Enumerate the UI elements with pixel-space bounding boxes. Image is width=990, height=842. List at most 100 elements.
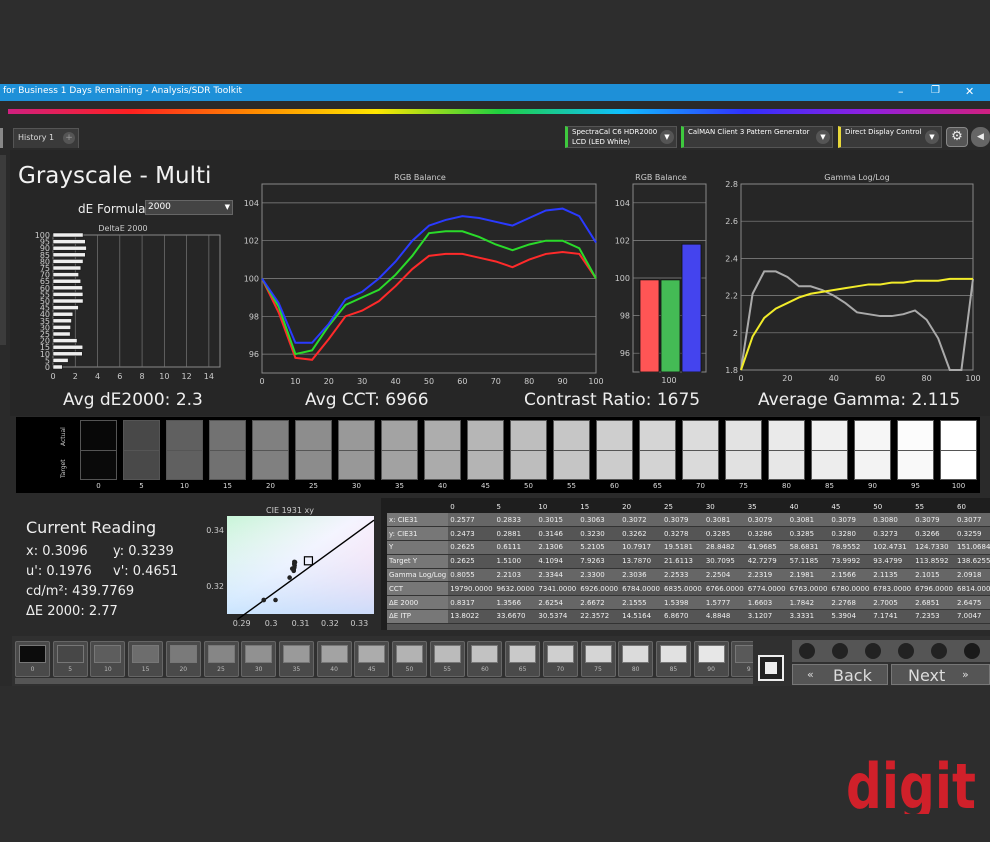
collapse-arrow-icon[interactable]: ◀ — [971, 127, 990, 147]
swatch-actual — [639, 420, 676, 451]
swatch-65: 65 — [639, 420, 676, 492]
deltae-y-tick: 100 — [35, 231, 50, 240]
table-cell: 0.2625 — [448, 554, 495, 569]
link-icon[interactable] — [898, 643, 914, 659]
device-display-control[interactable]: Direct Display Control ▼ — [838, 126, 942, 148]
step-button-60[interactable]: 60 — [467, 641, 503, 677]
add-tab-icon[interactable]: + — [63, 132, 75, 144]
table-cell: 73.9992 — [829, 554, 872, 569]
step-button-85[interactable]: 85 — [655, 641, 691, 677]
step-button-20[interactable]: 20 — [165, 641, 201, 677]
swatch-actual — [940, 420, 977, 451]
step-button-50[interactable]: 50 — [392, 641, 427, 677]
cie-point — [291, 568, 297, 574]
rgb-line-x-tick: 50 — [424, 377, 434, 386]
step-button-70[interactable]: 70 — [542, 641, 578, 677]
gear-icon[interactable]: ⚙ — [946, 127, 968, 147]
close-button[interactable]: ✕ — [965, 85, 974, 98]
table-cell: 0.3015 — [536, 513, 579, 528]
swatch-actual — [553, 420, 590, 451]
table-cell: 0.3285 — [703, 526, 746, 542]
table-cell: 41.9685 — [745, 540, 788, 555]
back-button[interactable]: « Back — [792, 664, 888, 685]
sidebar-handle[interactable] — [0, 128, 3, 148]
table-cell: 57.1185 — [787, 554, 830, 569]
minimize-button[interactable]: – — [898, 85, 904, 98]
table-cell: 0.3063 — [578, 513, 621, 528]
table-row: Gamma Log/Log 0.8055 2.2103 2.3344 2.3300 2.3… — [387, 568, 990, 583]
tab-history-1[interactable]: History 1 + — [13, 128, 79, 148]
chevron-down-icon[interactable]: ▼ — [925, 130, 939, 144]
deltae-bar — [52, 285, 83, 291]
gamma-y-tick: 2.2 — [725, 292, 738, 301]
de-formula-select[interactable]: 2000 ▼ — [145, 200, 233, 215]
rgb-line-x-tick: 30 — [357, 377, 367, 386]
step-button-30[interactable]: 30 — [241, 641, 277, 677]
deltae-bar — [52, 344, 83, 350]
table-cell: 14.5164 — [620, 609, 662, 624]
left-scroll-handle[interactable] — [0, 155, 6, 345]
step-button-5[interactable]: 5 — [52, 641, 88, 677]
swatch-level-label: 20 — [266, 482, 275, 490]
table-row-label: CCT — [387, 581, 449, 597]
device-pattern-line1: CalMAN Client 3 Pattern Generator — [688, 128, 810, 136]
deltae-bar — [52, 232, 84, 238]
swatch-actual — [467, 420, 504, 451]
stop-icon[interactable] — [799, 643, 815, 659]
device-meter[interactable]: SpectraCal C6 HDR2000 LCD (LED White) ▼ — [565, 126, 677, 148]
gamma-x-tick: 60 — [875, 374, 885, 383]
step-button-9[interactable]: 9 — [731, 641, 753, 677]
table-cell: 13.7870 — [620, 554, 662, 569]
step-button-65[interactable]: 65 — [505, 641, 541, 677]
deltae-bar — [52, 358, 69, 363]
step-button-15[interactable]: 15 — [128, 641, 164, 677]
step-button-0[interactable]: 0 — [15, 641, 50, 677]
swatch-target — [295, 451, 332, 480]
swatch-row: 0 5 10 15 20 25 30 35 40 45 50 55 60 65 70 75 80 85 90 95 10… — [80, 420, 980, 492]
table-cell: 13.8022 — [448, 609, 495, 624]
swatch-target — [123, 451, 160, 480]
play-icon[interactable] — [832, 643, 848, 659]
step-label: 70 — [556, 666, 565, 673]
step-button-80[interactable]: 80 — [618, 641, 654, 677]
next-button[interactable]: Next » — [891, 664, 990, 685]
step-swatch — [207, 645, 235, 663]
gamma-y-tick: 2.4 — [725, 254, 738, 263]
maximize-button[interactable]: ❐ — [931, 85, 940, 96]
step-label: 15 — [141, 666, 150, 673]
step-label: 90 — [707, 666, 715, 673]
swatch-target — [209, 451, 246, 480]
swatch-actual — [811, 420, 848, 451]
chevron-down-icon[interactable]: ▼ — [660, 130, 674, 144]
step-label: 50 — [405, 666, 414, 673]
step-button-45[interactable]: 45 — [354, 641, 390, 677]
swatch-level-label: 0 — [96, 482, 101, 490]
record-button[interactable] — [758, 655, 784, 681]
step-button-35[interactable]: 35 — [278, 641, 314, 677]
swatch-level-label: 35 — [395, 482, 404, 490]
step-label: 75 — [594, 666, 602, 673]
step-button-75[interactable]: 75 — [580, 641, 616, 677]
refresh-icon[interactable] — [931, 643, 947, 659]
step-button-10[interactable]: 10 — [90, 641, 126, 677]
step-button-90[interactable]: 90 — [693, 641, 729, 677]
step-button-40[interactable]: 40 — [316, 641, 352, 677]
table-cell: 0.3072 — [620, 513, 662, 528]
swatch-50: 50 — [510, 420, 547, 492]
swatch-target — [811, 451, 848, 480]
cie-y-tick: 0.34 — [206, 526, 224, 535]
table-cell: 6784.0000 — [620, 581, 662, 597]
chevron-down-icon[interactable]: ▼ — [816, 130, 830, 144]
table-cell: 0.3259 — [955, 526, 990, 542]
table-cell: 2.6254 — [536, 595, 579, 611]
device-pattern-generator[interactable]: CalMAN Client 3 Pattern Generator ▼ — [681, 126, 833, 148]
bottom-scrollbar[interactable] — [15, 678, 753, 684]
gamma-plot-area — [740, 183, 974, 371]
avg-de-stat: Avg dE2000: 2.3 — [63, 390, 203, 410]
table-cell: 6766.0000 — [703, 581, 746, 597]
step-button-25[interactable]: 25 — [203, 641, 239, 677]
save-icon[interactable] — [865, 643, 881, 659]
step-button-55[interactable]: 55 — [429, 641, 465, 677]
table-cell: 2.6475 — [955, 595, 990, 611]
table-scrollbar[interactable] — [387, 624, 990, 630]
